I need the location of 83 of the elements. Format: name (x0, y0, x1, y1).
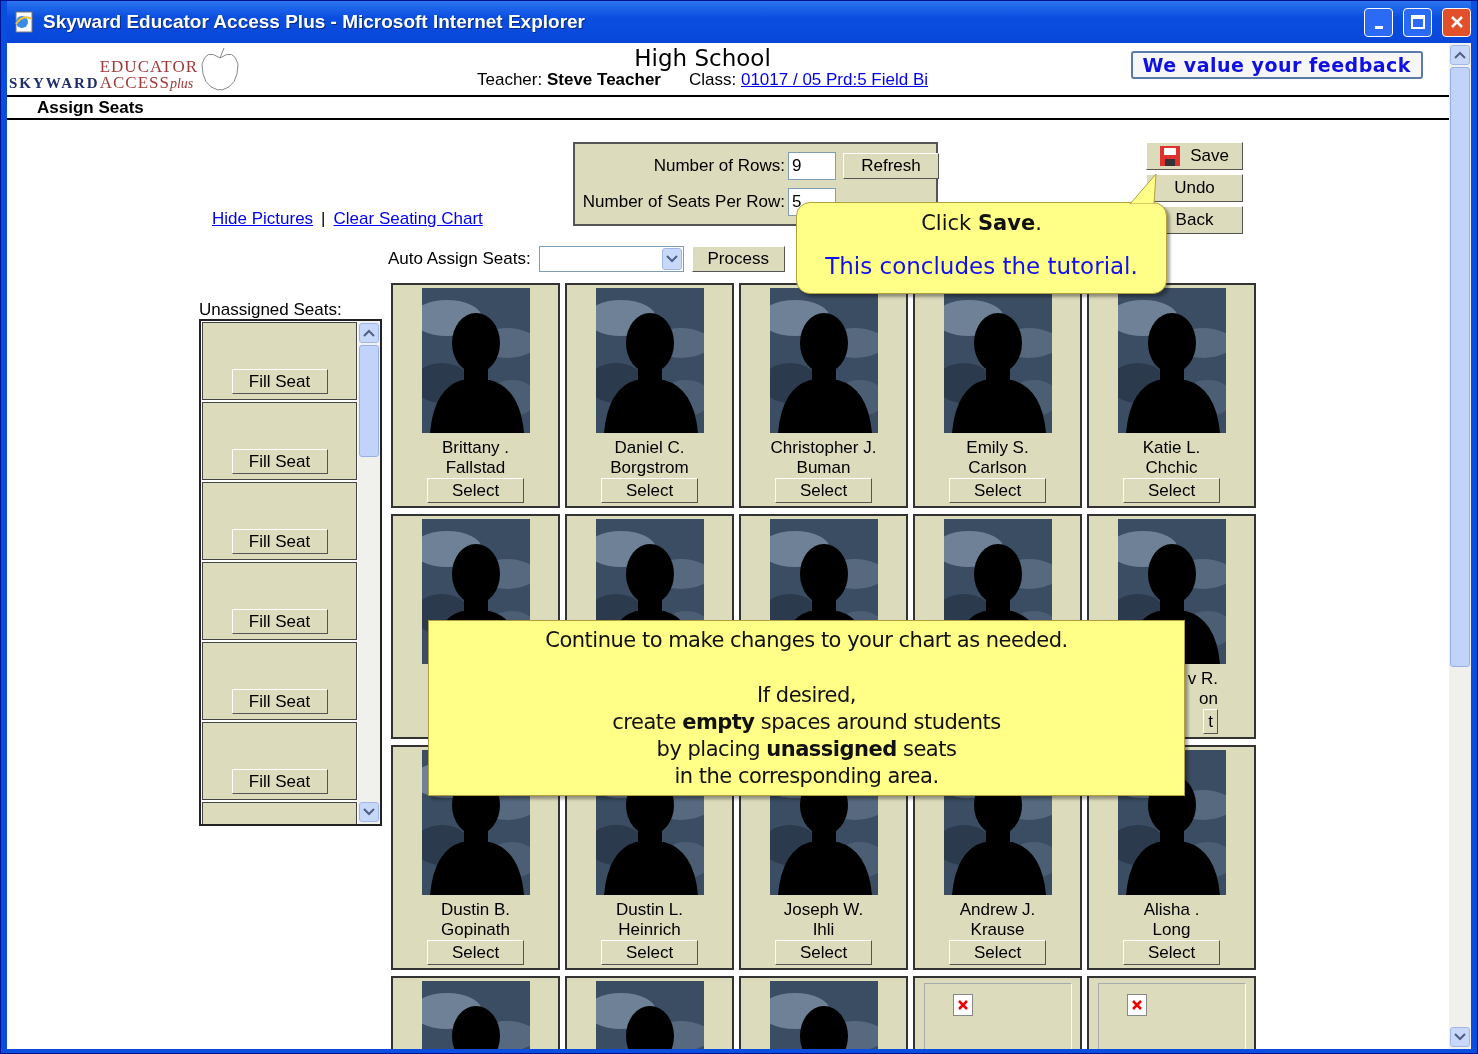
close-button[interactable] (1442, 7, 1471, 37)
class-label: Class: (688, 70, 738, 89)
hide-pictures-link[interactable]: Hide Pictures (212, 209, 314, 229)
logo: SKYWARD EDUCATOR ACCESSplus (7, 46, 477, 92)
select-button[interactable]: Select (775, 478, 872, 503)
browser-icon (13, 11, 35, 33)
select-button[interactable]: t (1203, 709, 1218, 734)
student-last-name: Heinrich (618, 920, 681, 940)
fill-seat-button[interactable]: Fill Seat (231, 369, 328, 394)
action-button[interactable]: Save (1146, 142, 1243, 170)
rows-label: Number of Rows: (652, 156, 785, 176)
student-last-name: Long (1152, 920, 1191, 940)
broken-image-icon (1126, 994, 1147, 1016)
select-button[interactable]: Select (949, 940, 1046, 965)
auto-assign-label: Auto Assign Seats: (388, 249, 531, 269)
teacher-label: Teacher: (477, 70, 544, 89)
student-first-name: v R. (1187, 669, 1218, 689)
process-button[interactable]: Process (691, 246, 785, 272)
page-title: Assign Seats (7, 97, 1449, 120)
fill-seat-button[interactable]: Fill Seat (231, 689, 328, 714)
student-last-name: Ihli (812, 920, 835, 940)
scrollbar[interactable] (358, 321, 380, 824)
student-last-name: on (1199, 689, 1218, 709)
maximize-button[interactable] (1403, 7, 1432, 37)
fill-seat-button[interactable]: Fill Seat (231, 609, 328, 634)
link-separator: | (321, 209, 326, 229)
rows-input[interactable]: 9 (788, 152, 836, 180)
unassigned-label: Unassigned Seats: (199, 300, 343, 319)
fill-seat-button[interactable]: Fill Seat (231, 529, 328, 554)
student-first-name: Brittany . (441, 438, 510, 458)
callout-text: Continue to make changes to your chart as needed. (544, 627, 1069, 654)
school-name: High School (634, 47, 771, 69)
student-first-name: Dustin B. (441, 900, 510, 920)
select-button[interactable]: Select (427, 478, 524, 503)
select-button[interactable]: Select (601, 478, 698, 503)
minimize-icon (1374, 25, 1383, 29)
select-button[interactable]: Select (949, 478, 1046, 503)
student-last-name: Buman (796, 458, 851, 478)
student-first-name: Daniel C. (614, 438, 685, 458)
student-last-name: Gopinath (441, 920, 510, 940)
scroll-up-icon (1454, 51, 1466, 59)
select-button[interactable]: Select (775, 940, 872, 965)
scroll-thumb[interactable] (1450, 67, 1470, 667)
callout-text: This concludes the tutorial. (824, 253, 1139, 279)
class-link[interactable]: 01017 / 05 Prd:5 Field Bi (740, 70, 929, 89)
callout-text: If desired, create empty spaces around students by placing unassigned seats in the corresponding area. (611, 682, 1002, 790)
page-scrollbar[interactable] (1449, 43, 1471, 1049)
save-icon (1160, 146, 1181, 166)
student-first-name: Dustin L. (615, 900, 684, 920)
maximize-icon (1409, 14, 1426, 30)
student-first-name: Katie L. (1142, 438, 1201, 458)
scroll-thumb[interactable] (359, 345, 379, 457)
student-last-name: Chchic (1145, 458, 1198, 478)
student-first-name: Joseph W. (783, 900, 864, 920)
scroll-up-icon (363, 329, 375, 337)
broken-image-icon (952, 994, 973, 1016)
feedback-button[interactable]: We value your feedback (1130, 51, 1423, 79)
student-last-name: Borgstrom (610, 458, 689, 478)
student-last-name: Carlson (968, 458, 1027, 478)
fill-seat-button[interactable]: Fill Seat (231, 769, 328, 794)
student-first-name: Christopher J. (770, 438, 877, 458)
teacher-name: Steve Teacher (546, 70, 661, 89)
student-first-name: Andrew J. (959, 900, 1036, 920)
action-button[interactable]: Undo (1146, 174, 1243, 202)
close-icon (1448, 14, 1465, 30)
window-title: Skyward Educator Access Plus - Microsoft Internet Explorer (43, 11, 586, 33)
student-first-name: Emily S. (966, 438, 1029, 458)
fill-seat-button[interactable]: Fill Seat (231, 449, 328, 474)
select-button[interactable]: Select (1123, 940, 1220, 965)
select-button[interactable]: Select (601, 940, 698, 965)
scroll-down-icon (363, 808, 375, 816)
scroll-down-icon (1454, 1033, 1466, 1041)
refresh-button[interactable]: Refresh (843, 153, 939, 179)
student-last-name: Fallstad (445, 458, 506, 478)
auto-assign-dropdown[interactable] (538, 246, 684, 272)
student-first-name: Alisha . (1143, 900, 1200, 920)
seats-per-row-label: Number of Seats Per Row: (581, 192, 785, 212)
minimize-button[interactable] (1364, 7, 1393, 37)
clear-chart-link[interactable]: Clear Seating Chart (333, 209, 483, 229)
student-last-name: Krause (970, 920, 1025, 940)
select-button[interactable]: Select (427, 940, 524, 965)
callout-text: Click Save. (920, 211, 1043, 235)
select-button[interactable]: Select (1123, 478, 1220, 503)
